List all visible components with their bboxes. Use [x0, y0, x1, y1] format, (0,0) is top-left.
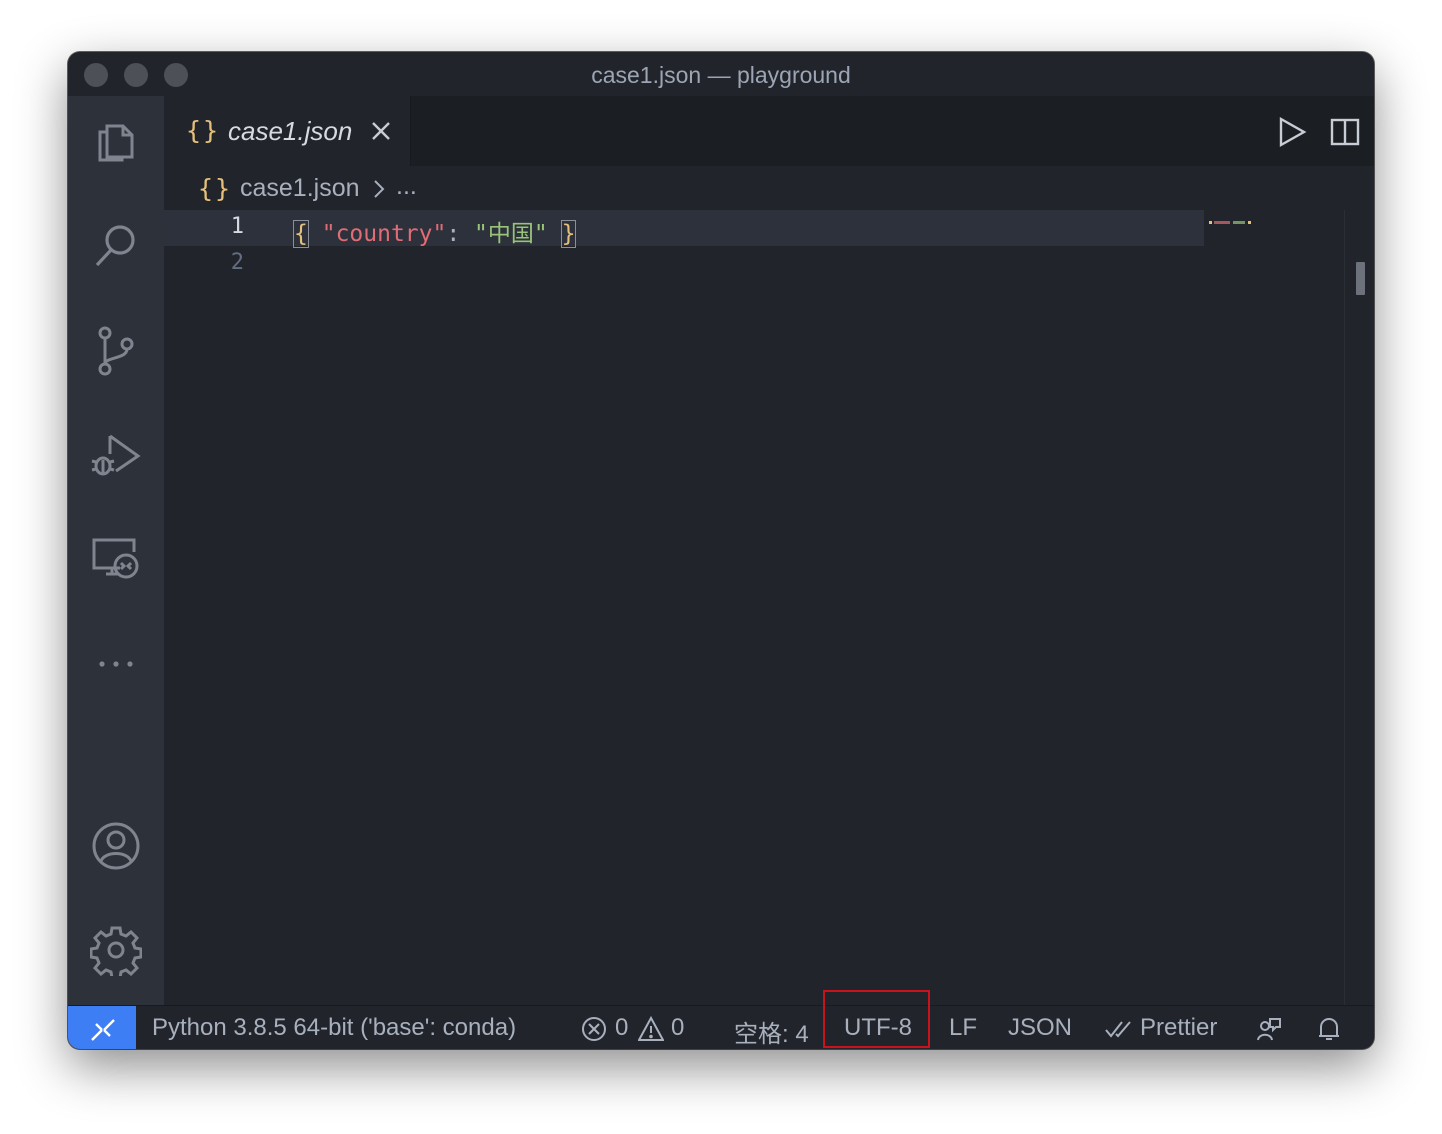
- chevron-right-icon: [372, 178, 386, 200]
- code-line-1[interactable]: { "country": "中国" }: [293, 214, 577, 248]
- split-editor-icon[interactable]: [1329, 116, 1361, 148]
- account-icon[interactable]: [90, 820, 142, 872]
- breadcrumb-more[interactable]: ...: [396, 172, 417, 201]
- gear-icon[interactable]: [89, 924, 143, 980]
- line-number: 2: [230, 250, 244, 275]
- source-control-icon[interactable]: [90, 324, 142, 376]
- language-mode[interactable]: JSON: [1008, 1014, 1072, 1042]
- prettier-status[interactable]: Prettier: [1140, 1014, 1217, 1042]
- feedback-icon[interactable]: [1256, 1016, 1282, 1042]
- indentation[interactable]: 空格: 4: [734, 1014, 809, 1049]
- code-editor[interactable]: 1 2 { "country": "中国" }: [164, 210, 1374, 1005]
- json-file-icon: {}: [198, 174, 233, 203]
- double-check-icon: [1104, 1016, 1134, 1042]
- close-icon[interactable]: [370, 120, 392, 142]
- line-number: 1: [230, 214, 244, 239]
- files-icon[interactable]: [90, 116, 142, 168]
- search-icon[interactable]: [90, 220, 142, 272]
- json-key: "country": [321, 221, 447, 247]
- breadcrumb: {} case1.json ...: [164, 166, 1374, 210]
- json-file-icon: {}: [186, 116, 221, 145]
- error-icon[interactable]: [581, 1016, 607, 1042]
- end-of-line[interactable]: LF: [949, 1014, 977, 1042]
- json-value: "中国": [474, 221, 548, 247]
- error-count[interactable]: 0: [615, 1014, 628, 1042]
- tabs-bar: {} case1.json: [164, 96, 1374, 166]
- breadcrumb-file[interactable]: case1.json: [240, 174, 360, 203]
- run-debug-icon[interactable]: [90, 428, 142, 480]
- minimap[interactable]: [1209, 212, 1253, 224]
- status-bar: Python 3.8.5 64-bit ('base': conda) 0 0 …: [68, 990, 1374, 1049]
- tab-label: case1.json: [228, 116, 353, 146]
- open-brace: {: [293, 220, 309, 248]
- window-title: case1.json — playground: [591, 62, 851, 88]
- title-bar: case1.json — playground: [68, 52, 1374, 96]
- close-brace: }: [560, 220, 577, 248]
- tab-case1-json[interactable]: {} case1.json: [164, 96, 411, 166]
- warning-count[interactable]: 0: [671, 1014, 684, 1042]
- run-icon[interactable]: [1276, 116, 1308, 148]
- python-interpreter[interactable]: Python 3.8.5 64-bit ('base': conda): [152, 1014, 516, 1042]
- more-icon[interactable]: [90, 636, 142, 688]
- activity-bar: [68, 96, 164, 1005]
- bell-icon[interactable]: [1316, 1016, 1342, 1042]
- scrollbar-thumb[interactable]: [1356, 262, 1365, 295]
- remote-indicator[interactable]: [68, 1006, 136, 1049]
- remote-explorer-icon[interactable]: [90, 532, 142, 584]
- encoding-highlight-box: [823, 990, 930, 1048]
- json-colon: :: [446, 221, 475, 247]
- vscode-window: case1.json — playground {} case1.json {}…: [68, 52, 1374, 1049]
- warning-icon[interactable]: [637, 1015, 665, 1042]
- vertical-scrollbar[interactable]: [1344, 210, 1374, 1005]
